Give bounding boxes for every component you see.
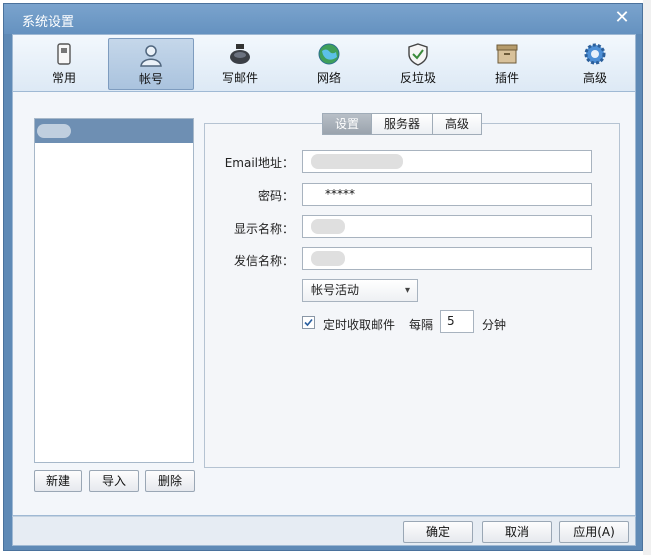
email-field[interactable] — [302, 150, 592, 173]
display-name-field[interactable] — [302, 215, 592, 238]
toolbar-item-plugins[interactable]: 插件 — [464, 38, 550, 90]
redacted-account — [37, 124, 71, 138]
toolbar-label: 插件 — [494, 71, 519, 85]
list-item[interactable] — [35, 119, 193, 143]
interval-unit: 分钟 — [482, 318, 507, 332]
toolbar-label: 网络 — [316, 71, 341, 85]
redacted-text — [311, 251, 345, 266]
window-title: 系统设置 — [22, 15, 75, 30]
email-label: Email地址： — [224, 156, 294, 170]
box-icon — [496, 44, 518, 64]
sender-name-field[interactable] — [302, 247, 592, 270]
toolbar-item-general[interactable]: 常用 — [21, 38, 107, 90]
redacted-text — [311, 154, 403, 169]
footer-bar: 确定 取消 应用(A) — [12, 516, 636, 546]
apply-button[interactable]: 应用(A) — [559, 521, 629, 543]
password-field[interactable]: ***** — [302, 183, 592, 206]
category-toolbar: 常用 帐号 写邮件 网络 反垃圾 插件 高级 — [12, 34, 636, 92]
toolbar-item-account[interactable]: 帐号 — [108, 38, 194, 90]
chevron-down-icon: ▾ — [404, 285, 410, 296]
interval-prefix: 每隔 — [409, 318, 434, 332]
account-status-select[interactable]: 帐号活动 ▾ — [302, 279, 418, 302]
toolbar-label: 写邮件 — [221, 71, 258, 85]
settings-window: 系统设置 ✕ 常用 帐号 写邮件 网络 反垃圾 插件 高级 新建 导入 删除 设… — [3, 3, 643, 551]
redacted-text — [311, 219, 345, 234]
interval-input[interactable]: 5 — [440, 310, 474, 333]
import-button[interactable]: 导入 — [89, 470, 139, 492]
shield-icon — [408, 43, 428, 66]
cancel-button[interactable]: 取消 — [482, 521, 552, 543]
checkmark-icon — [304, 318, 313, 327]
sender-name-label: 发信名称： — [233, 254, 294, 268]
close-icon[interactable]: ✕ — [612, 8, 632, 28]
toolbar-label: 帐号 — [138, 72, 163, 86]
ink-bottle-icon — [230, 44, 250, 64]
ok-button[interactable]: 确定 — [403, 521, 473, 543]
gear-icon — [584, 43, 606, 65]
account-list[interactable] — [34, 118, 194, 463]
tab-settings[interactable]: 设置 — [322, 113, 373, 135]
user-icon — [140, 45, 162, 67]
globe-icon — [318, 43, 340, 65]
select-value: 帐号活动 — [311, 283, 360, 297]
tab-server[interactable]: 服务器 — [371, 113, 434, 135]
auto-receive-label: 定时收取邮件 — [323, 318, 396, 332]
content-panel: 新建 导入 删除 设置 服务器 高级 Email地址： 密码： ***** 显示… — [12, 92, 636, 516]
toolbar-item-network[interactable]: 网络 — [286, 38, 372, 90]
display-name-label: 显示名称： — [233, 222, 294, 236]
title-bar[interactable]: 系统设置 ✕ — [4, 4, 642, 34]
settings-box: 设置 服务器 高级 Email地址： 密码： ***** 显示名称： 发信名称：… — [204, 113, 620, 468]
toolbar-label: 常用 — [51, 71, 76, 85]
toolbar-item-advanced[interactable]: 高级 — [552, 38, 638, 90]
toolbar-item-antispam[interactable]: 反垃圾 — [375, 38, 461, 90]
password-label: 密码： — [257, 189, 294, 203]
toolbar-item-compose[interactable]: 写邮件 — [197, 38, 283, 90]
delete-button[interactable]: 删除 — [145, 470, 195, 492]
toolbar-label: 高级 — [582, 71, 607, 85]
background-edge — [643, 0, 651, 555]
tab-bar: 设置 服务器 高级 — [322, 113, 483, 135]
phone-icon — [57, 43, 71, 65]
toolbar-label: 反垃圾 — [399, 71, 436, 85]
auto-receive-checkbox[interactable] — [302, 316, 315, 329]
tab-advanced[interactable]: 高级 — [432, 113, 483, 135]
new-account-button[interactable]: 新建 — [34, 470, 82, 492]
